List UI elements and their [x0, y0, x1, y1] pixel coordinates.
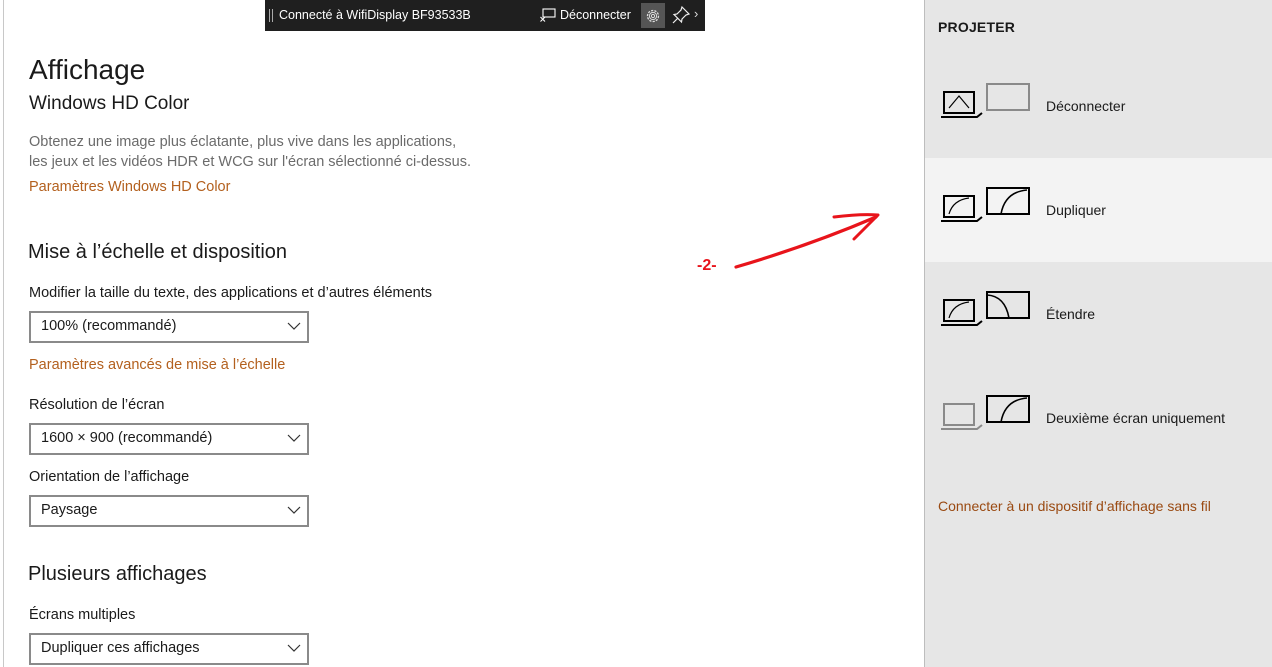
panel-title: PROJETER [938, 19, 1016, 35]
multiple-displays-heading: Plusieurs affichages [28, 563, 207, 585]
orientation-label: Orientation de l’affichage [29, 469, 190, 485]
option-extend[interactable]: Étendre [925, 262, 1272, 366]
multiple-displays-value: Dupliquer ces affichages [41, 640, 200, 656]
text-size-dropdown[interactable]: 100% (recommandé) [29, 311, 309, 343]
option-second-screen-only[interactable]: Deuxième écran uniquement [925, 366, 1272, 470]
connection-status: Connecté à WifiDisplay BF93533B [279, 8, 471, 22]
hd-color-description: Obtenez une image plus éclatante, plus v… [29, 132, 499, 172]
page-title: Affichage [29, 54, 146, 85]
resolution-value: 1600 × 900 (recommandé) [41, 430, 213, 446]
disconnect-label: Déconnecter [560, 8, 631, 22]
option-disconnect[interactable]: Déconnecter [925, 54, 1272, 158]
hd-color-description-line1: Obtenez une image plus éclatante, plus v… [29, 134, 457, 150]
connection-bar: Connecté à WifiDisplay BF93533B Déconnec… [265, 0, 705, 31]
hd-color-settings-link[interactable]: Paramètres Windows HD Color [29, 179, 230, 195]
chevron-down-icon [287, 434, 301, 442]
connect-wireless-display-link[interactable]: Connecter à un dispositif d’affichage sa… [938, 498, 1211, 514]
chevron-right-icon[interactable]: › [694, 6, 698, 21]
option-duplicate[interactable]: Dupliquer [925, 158, 1272, 262]
option-label: Dupliquer [1046, 202, 1106, 218]
option-label: Déconnecter [1046, 98, 1126, 114]
resolution-label: Résolution de l’écran [29, 397, 165, 413]
chevron-down-icon [287, 644, 301, 652]
settings-button[interactable] [641, 3, 665, 28]
advanced-scaling-link[interactable]: Paramètres avancés de mise à l’échelle [29, 357, 285, 373]
duplicate-icon [941, 187, 1030, 222]
disconnect-button[interactable]: Déconnecter [540, 5, 631, 25]
option-label: Étendre [1046, 306, 1096, 322]
hd-color-description-line2: les jeux et les vidéos HDR et WCG sur l'… [29, 154, 471, 170]
display-settings-pane: Affichage Windows HD Color Obtenez une i… [0, 0, 924, 667]
pin-button[interactable] [671, 5, 691, 25]
hd-color-heading: Windows HD Color [29, 93, 190, 110]
drag-grip-icon[interactable] [269, 9, 273, 22]
chevron-down-icon [287, 506, 301, 514]
chevron-down-icon [287, 322, 301, 330]
multiple-displays-label: Écrans multiples [29, 607, 136, 623]
pc-screen-only-icon [941, 83, 1030, 118]
resolution-dropdown[interactable]: 1600 × 900 (recommandé) [29, 423, 309, 455]
text-size-value: 100% (recommandé) [41, 318, 177, 334]
gear-icon [646, 9, 660, 22]
second-screen-only-icon [941, 395, 1030, 430]
cast-disconnect-icon [540, 8, 556, 22]
orientation-value: Paysage [41, 502, 98, 518]
orientation-dropdown[interactable]: Paysage [29, 495, 309, 527]
project-panel: PROJETER Déconnecter Dupliquer Étendre D… [924, 0, 1272, 667]
annotation-label: -2- [697, 257, 717, 274]
multiple-displays-dropdown[interactable]: Dupliquer ces affichages [29, 633, 309, 665]
option-label: Deuxième écran uniquement [1046, 410, 1225, 426]
extend-icon [941, 291, 1030, 326]
scale-layout-heading: Mise à l’échelle et disposition [28, 241, 288, 263]
annotation-arrow-icon [734, 213, 880, 269]
text-size-label: Modifier la taille du texte, des applica… [29, 285, 432, 301]
pin-icon [672, 5, 691, 24]
